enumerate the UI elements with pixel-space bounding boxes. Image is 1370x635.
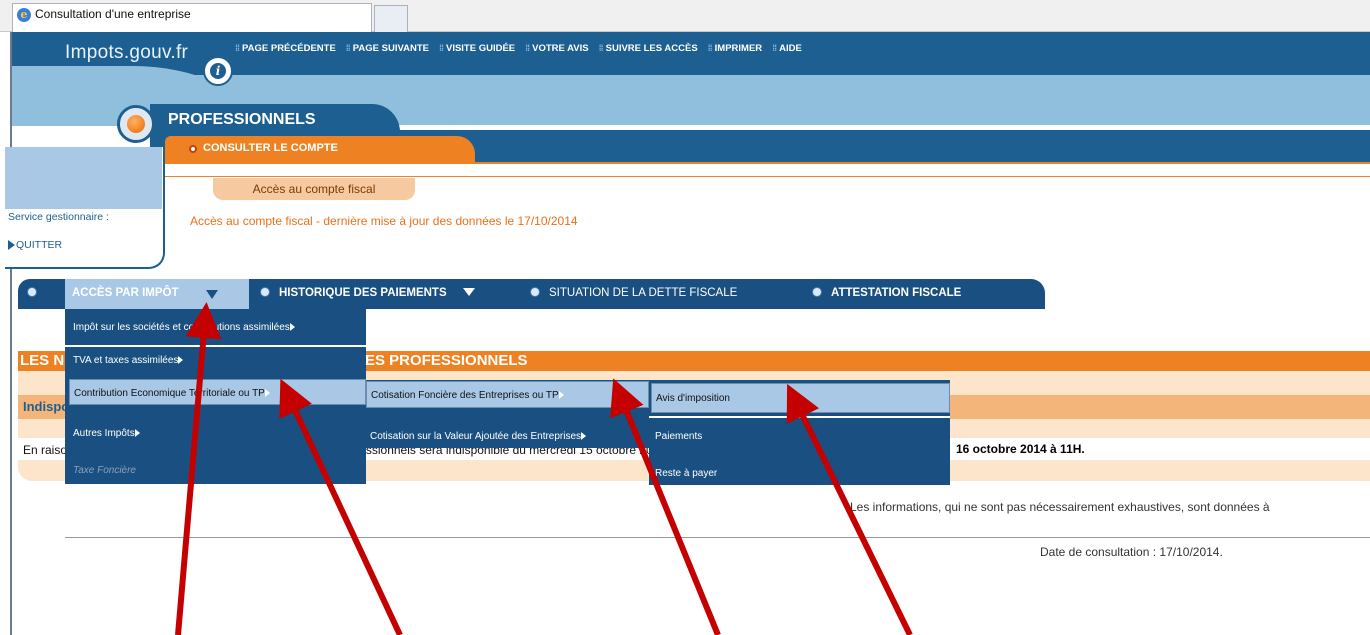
site-logo-text[interactable]: Impots.gouv.fr [65,42,188,64]
bullet-icon [531,288,539,296]
tab-consult-account[interactable]: CONSULTER LE COMPTE [165,136,475,162]
top-nav-help[interactable]: AIDE [772,43,802,54]
menu-item-label: Avis d'imposition [656,393,730,404]
nav-item-payment-history[interactable]: HISTORIQUE DES PAIEMENTS [261,287,475,299]
top-nav-previous-page[interactable]: PAGE PRÉCÉDENTE [235,43,336,54]
notice-body-date: 16 octobre 2014 à 11H. [956,442,1085,456]
browser-tab[interactable]: e Consultation d'une entreprise [12,3,372,32]
page: e Consultation d'une entreprise Impots.g… [0,0,1370,635]
chevron-down-icon [206,290,218,299]
bullet-icon [813,288,821,296]
menu-item-corporate-tax[interactable]: Impôt sur les sociétés et contributions … [69,314,366,341]
menu-item-other-taxes[interactable]: Autres Impôts [69,420,366,447]
section-title: PROFESSIONNELS [168,111,316,128]
menu-item-label: Reste à payer [655,468,718,479]
tax-dropdown-menu: Impôt sur les sociétés et contributions … [65,309,366,484]
divider [649,416,950,418]
menu-item-label: Paiements [655,431,703,442]
top-nav: PAGE PRÉCÉDENTE PAGE SUIVANTE VISITE GUI… [235,43,802,54]
orange-dot-icon [117,105,155,143]
ie-icon: e [17,8,31,22]
menu-item-label: Autres Impôts [73,428,135,439]
menu-item-remaining-due[interactable]: Reste à payer [651,460,950,487]
info-i-icon[interactable]: i [203,56,233,86]
menu-item-property-tax: Taxe Foncière [69,457,366,484]
menu-item-label: Taxe Foncière [73,465,136,476]
info-text: Les informations, qui ne sont pas nécess… [850,500,1270,514]
nav-item-access-by-tax-label: ACCÈS PAR IMPÔT [72,287,179,299]
service-label: Service gestionnaire : [8,211,109,223]
side-panel-header [5,147,162,209]
browser-tab-title: Consultation d'une entreprise [35,7,191,21]
fiscal-update-text: Accès au compte fiscal - dernière mise à… [190,214,578,228]
banner-text-left: LES N [20,352,65,369]
menu-item-cfe[interactable]: Cotisation Foncière des Entreprises ou T… [366,381,649,408]
quit-link[interactable]: QUITTER [7,239,62,251]
nav-item-payment-history-label: HISTORIQUE DES PAIEMENTS [279,287,447,299]
tab-consult-account-label: CONSULTER LE COMPTE [203,142,338,154]
top-nav-guided-tour[interactable]: VISITE GUIDÉE [439,43,515,54]
menu-item-label: Cotisation Foncière des Entreprises ou T… [371,390,559,401]
nav-item-tax-debt[interactable]: SITUATION DE LA DETTE FISCALE [531,287,737,299]
menu-item-vat[interactable]: TVA et taxes assimilées [69,347,366,374]
nav-item-tax-debt-label: SITUATION DE LA DETTE FISCALE [549,287,738,299]
top-nav-print[interactable]: IMPRIMER [708,43,763,54]
menu-item-tax-notice[interactable]: Avis d'imposition [651,383,950,413]
footer-rule [65,537,1370,538]
top-nav-next-page[interactable]: PAGE SUIVANTE [346,43,429,54]
nav-item-tax-certificate[interactable]: ATTESTATION FISCALE [813,287,961,299]
divider [165,162,1370,164]
menu-item-label: Impôt sur les sociétés et contributions … [73,322,290,333]
browser-tab-strip: e Consultation d'une entreprise [0,0,1370,32]
menu-item-cvae[interactable]: Cotisation sur la Valeur Ajoutée des Ent… [366,423,649,450]
new-tab-button[interactable] [374,5,408,32]
menu-item-territorial-contribution[interactable]: Contribution Economique Territoriale ou … [69,379,366,405]
menu-item-label: TVA et taxes assimilées [73,355,179,366]
submenu-cfe: Avis d'imposition Paiements Reste à paye… [649,380,950,485]
banner-text-right: ES PROFESSIONNELS [365,352,528,369]
top-nav-track-access[interactable]: SUIVRE LES ACCÈS [599,43,698,54]
chevron-down-icon [462,288,475,296]
menu-item-payments[interactable]: Paiements [651,423,950,450]
consultation-date: Date de consultation : 17/10/2014. [1040,545,1223,559]
top-nav-your-opinion[interactable]: VOTRE AVIS [525,43,588,54]
divider [165,176,1370,177]
nav-item-access-by-tax-active[interactable]: ACCÈS PAR IMPÔT [65,279,249,309]
bullet-icon [189,145,197,153]
submenu-cet: Cotisation Foncière des Entreprises ou T… [366,380,649,448]
bullet-icon [261,288,269,296]
bullet-icon [28,288,36,296]
menu-item-label: Contribution Economique Territoriale ou … [74,388,265,399]
nav-item-access-by-tax[interactable] [28,287,46,299]
menu-item-label: Cotisation sur la Valeur Ajoutée des Ent… [370,431,582,442]
fiscal-account-tab[interactable]: Accès au compte fiscal [213,178,415,200]
nav-item-tax-certificate-label: ATTESTATION FISCALE [831,287,962,299]
